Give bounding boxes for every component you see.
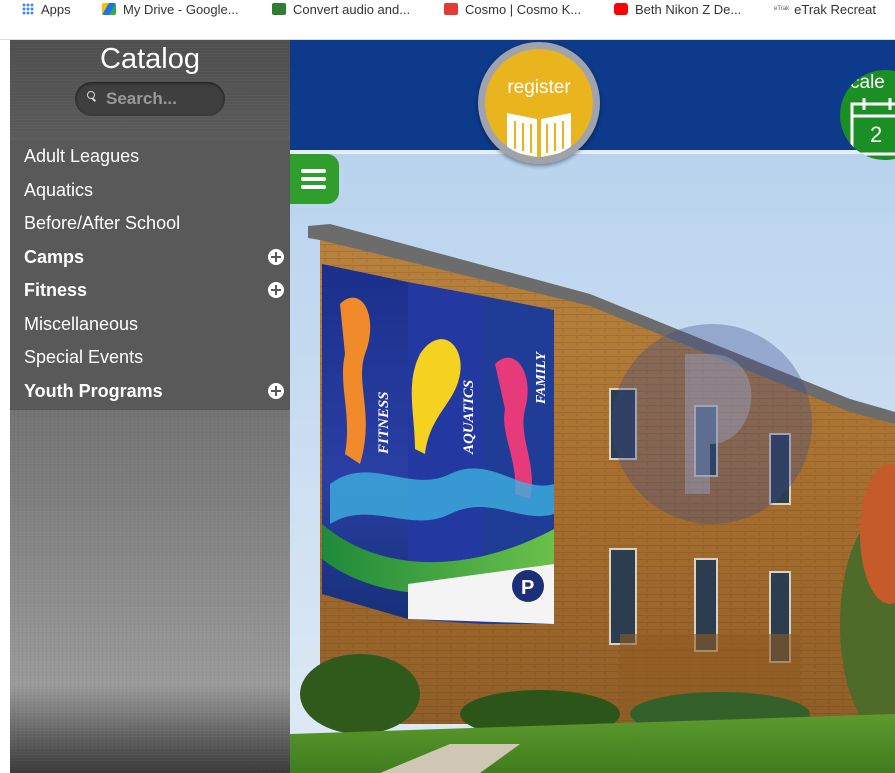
search-placeholder: Search... — [106, 89, 177, 108]
catalog-title: Catalog — [100, 43, 200, 75]
hamburger-icon-line — [301, 177, 326, 181]
banner-logo: P — [521, 577, 534, 599]
menu-item-miscellaneous[interactable]: Miscellaneous — [10, 308, 290, 342]
menu-toggle-button[interactable] — [290, 154, 339, 204]
menu-item-fitness[interactable]: Fitness — [10, 274, 290, 308]
catalog-menu: Adult Leagues Aquatics Before/After Scho… — [10, 140, 290, 410]
menu-item-special-events[interactable]: Special Events — [10, 341, 290, 375]
banner-word-family: FAMILY — [534, 351, 549, 405]
hamburger-icon-line — [301, 185, 326, 189]
calendar-icon — [850, 98, 895, 156]
bookmark-etrak[interactable]: eTrak eTrak Recreat — [774, 0, 876, 18]
bookmark-convert-audio[interactable]: Convert audio and... — [272, 0, 410, 18]
calendar-number: 2 — [870, 122, 883, 147]
menu-item-camps[interactable]: Camps — [10, 241, 290, 275]
convert-icon — [272, 3, 286, 15]
menu-item-aquatics[interactable]: Aquatics — [10, 174, 290, 208]
register-button[interactable]: register — [478, 42, 600, 164]
bookmark-apps[interactable]: Apps — [22, 0, 71, 18]
catalog-sidebar: Catalog Search... Adult Leagues Aquatics… — [10, 40, 290, 773]
bookmarks-bar: Apps My Drive - Google... Convert audio … — [0, 0, 895, 40]
expand-plus-icon[interactable] — [268, 248, 284, 265]
hero-photo: FITNESS AQUATICS FAMILY P — [290, 154, 895, 773]
bookmark-beth-nikon[interactable]: Beth Nikon Z De... — [614, 0, 741, 18]
google-drive-icon — [102, 3, 116, 15]
cosmo-icon — [444, 3, 458, 15]
expand-plus-icon[interactable] — [268, 282, 284, 298]
banner-word-fitness: FITNESS — [376, 391, 392, 455]
bookmark-label: Cosmo | Cosmo K... — [465, 1, 582, 17]
bookmark-label: Apps — [41, 1, 71, 17]
expand-plus-icon[interactable] — [268, 382, 284, 399]
menu-item-before-after-school[interactable]: Before/After School — [10, 207, 290, 241]
hamburger-icon-line — [301, 169, 326, 173]
menu-item-adult-leagues[interactable]: Adult Leagues — [10, 140, 290, 174]
search-input[interactable]: Search... — [75, 82, 225, 116]
catalog-header: Catalog Search... — [10, 40, 290, 138]
banner-word-aquatics: AQUATICS — [461, 380, 477, 455]
calendar-button[interactable]: cale 2 — [840, 70, 895, 160]
search-icon — [87, 90, 96, 100]
open-book-icon — [507, 113, 571, 157]
main-content: FITNESS AQUATICS FAMILY P register cale … — [290, 40, 895, 773]
apps-grid-icon — [22, 3, 34, 15]
bookmark-label: My Drive - Google... — [123, 1, 239, 17]
menu-item-youth-programs[interactable]: Youth Programs — [10, 375, 290, 409]
etrak-icon: eTrak — [774, 6, 790, 12]
bookmark-label: Beth Nikon Z De... — [635, 1, 742, 17]
bookmark-label: eTrak Recreat — [794, 1, 877, 17]
bookmark-my-drive[interactable]: My Drive - Google... — [102, 0, 239, 18]
bookmark-cosmo[interactable]: Cosmo | Cosmo K... — [444, 0, 581, 18]
bookmark-label: Convert audio and... — [293, 1, 411, 17]
youtube-icon — [614, 3, 628, 15]
